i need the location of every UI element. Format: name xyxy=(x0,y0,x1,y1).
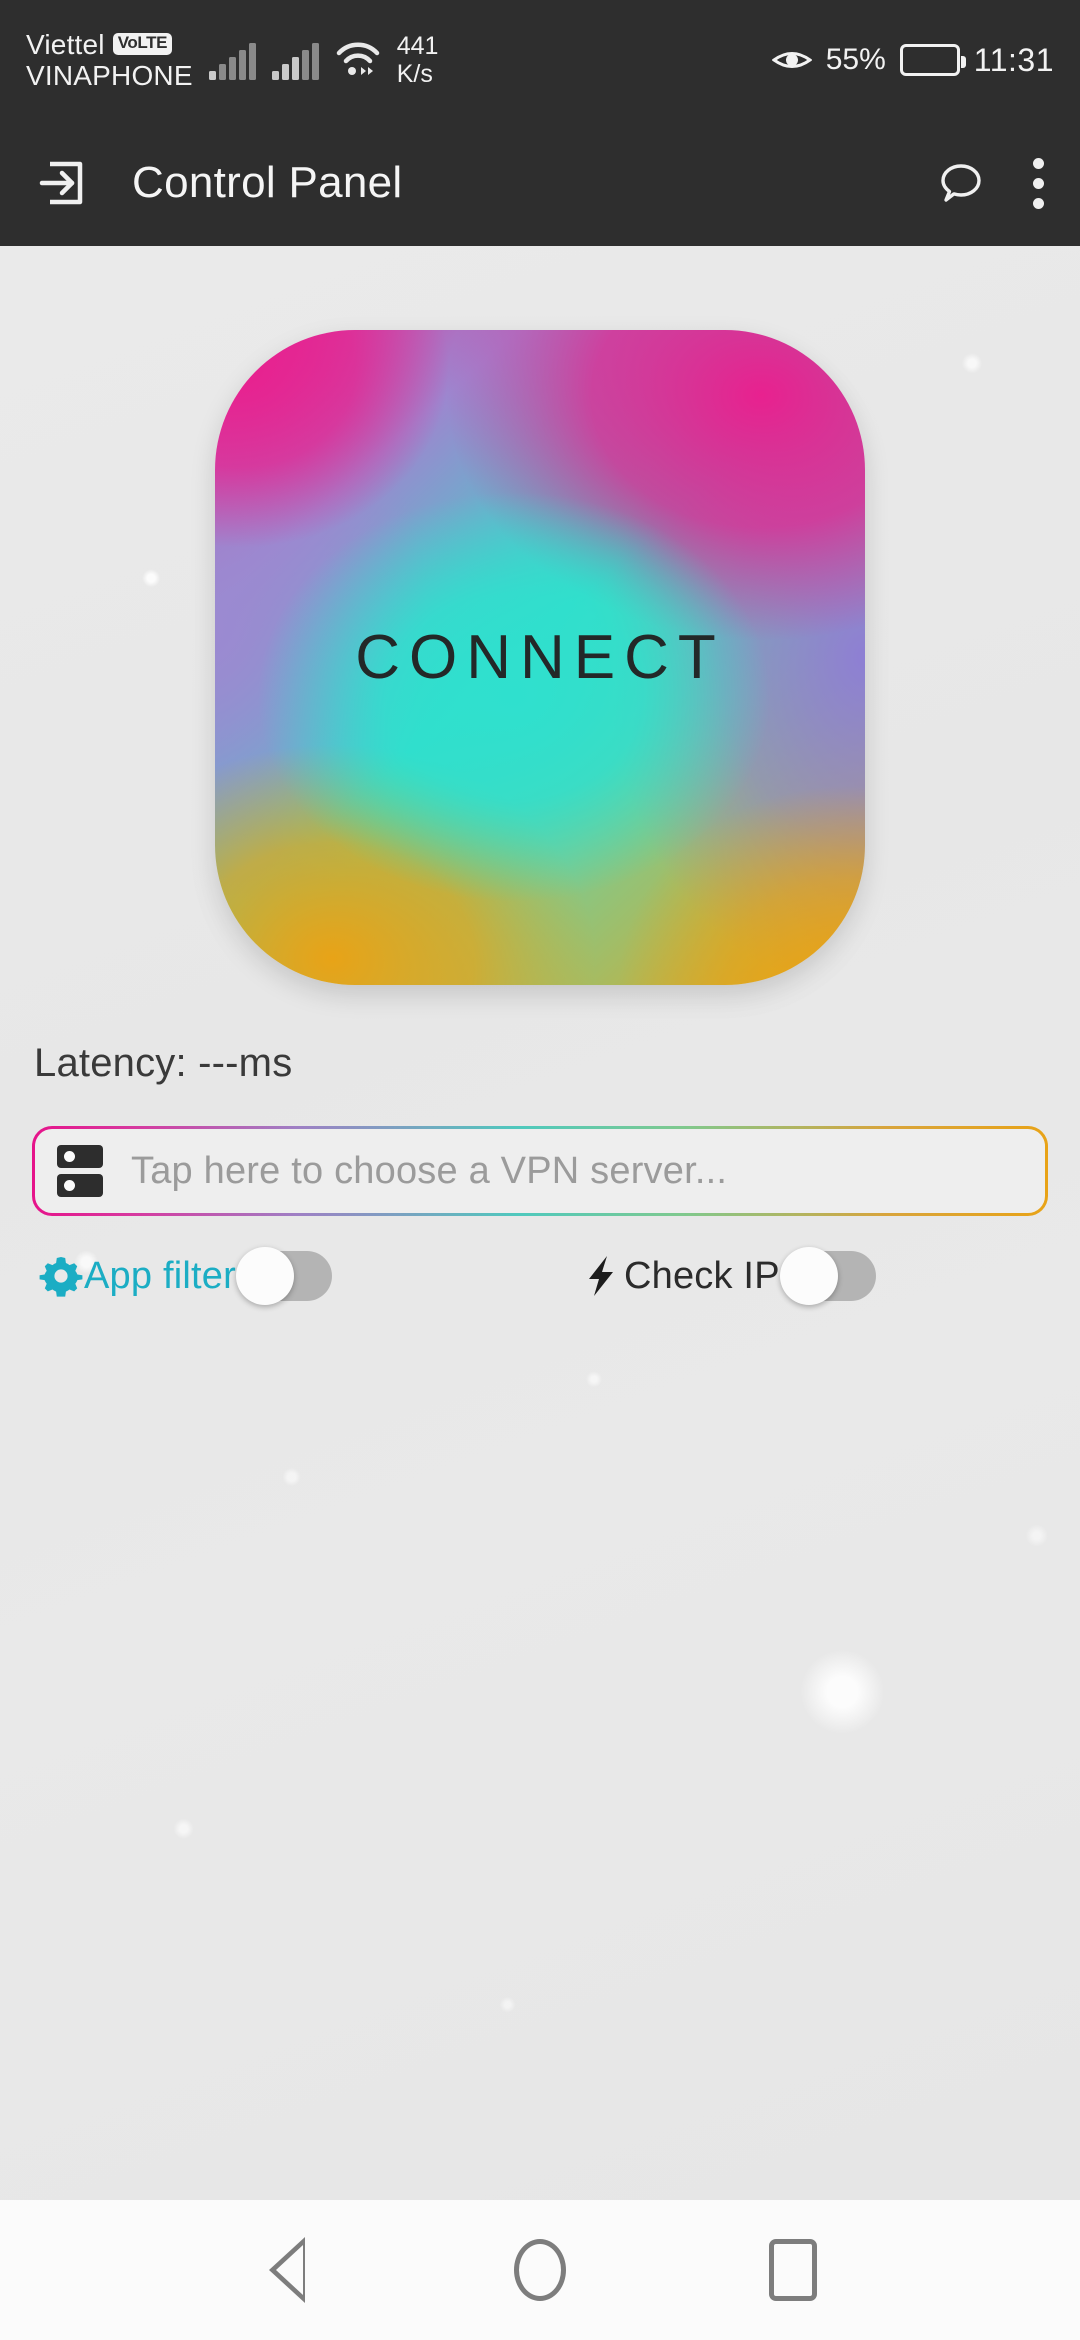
recents-square-icon[interactable] xyxy=(758,2235,828,2305)
app-bar: Control Panel xyxy=(0,120,1080,246)
connect-button-wrapper: CONNECT xyxy=(215,330,865,985)
login-arrow-icon[interactable] xyxy=(36,156,90,210)
status-bar-right: 55% 11:31 xyxy=(771,41,1054,79)
latency-label: Latency: ---ms xyxy=(34,1041,293,1085)
back-triangle-icon[interactable] xyxy=(252,2235,322,2305)
server-picker-inner: Tap here to choose a VPN server... xyxy=(35,1129,1045,1213)
check-ip-toggle-group[interactable]: Check IP xyxy=(578,1247,876,1305)
app-filter-label: App filter xyxy=(84,1254,236,1297)
network-speed-unit: K/s xyxy=(396,60,433,88)
gear-icon xyxy=(38,1253,84,1299)
connect-button-label: CONNECT xyxy=(355,623,725,692)
volte-badge: VoLTE xyxy=(112,33,173,56)
check-ip-label: Check IP xyxy=(623,1254,780,1297)
eye-icon xyxy=(771,46,813,74)
network-speed-value: 441 xyxy=(396,32,439,60)
carrier-labels: Viettel VoLTE VINAPHONE xyxy=(26,29,193,92)
toggle-row: App filter Check IP xyxy=(0,1236,1080,1316)
connect-button[interactable]: CONNECT xyxy=(215,330,865,985)
phone-screen: Viettel VoLTE VINAPHONE 441 K/s 55% 11:3… xyxy=(0,0,1080,2340)
main-content: CONNECT Latency: ---ms Tap here to choos… xyxy=(0,246,1080,2200)
app-filter-switch[interactable] xyxy=(235,1247,332,1305)
home-circle-icon[interactable] xyxy=(505,2235,575,2305)
app-filter-switch-knob xyxy=(235,1247,294,1305)
carrier-primary-row: Viettel VoLTE xyxy=(26,29,193,60)
speech-bubble-icon[interactable] xyxy=(938,160,984,206)
status-bar-left: Viettel VoLTE VINAPHONE 441 K/s xyxy=(26,29,438,92)
app-bar-actions xyxy=(938,157,1044,209)
battery-percent-label: 55% xyxy=(825,43,886,76)
app-filter-toggle-group[interactable]: App filter xyxy=(38,1247,332,1305)
battery-icon xyxy=(899,44,966,76)
carrier-secondary-label: VINAPHONE xyxy=(26,60,193,91)
page-title: Control Panel xyxy=(132,158,403,207)
kebab-menu-icon[interactable] xyxy=(1032,157,1044,209)
system-nav-bar xyxy=(0,2200,1080,2340)
server-rack-icon xyxy=(57,1145,103,1197)
network-speed-indicator: 441 K/s xyxy=(397,32,439,88)
carrier-primary-label: Viettel xyxy=(26,28,105,60)
clock-label: 11:31 xyxy=(973,41,1054,78)
lightning-bolt-icon xyxy=(578,1253,624,1299)
status-bar: Viettel VoLTE VINAPHONE 441 K/s 55% 11:3… xyxy=(0,0,1080,120)
server-picker[interactable]: Tap here to choose a VPN server... xyxy=(32,1126,1048,1216)
check-ip-switch[interactable] xyxy=(779,1247,876,1305)
wifi-icon xyxy=(335,40,381,80)
check-ip-switch-knob xyxy=(779,1247,838,1305)
signal-bars-icon-sim2 xyxy=(271,40,319,80)
server-picker-placeholder: Tap here to choose a VPN server... xyxy=(131,1149,728,1192)
signal-bars-icon-sim1 xyxy=(208,40,256,80)
